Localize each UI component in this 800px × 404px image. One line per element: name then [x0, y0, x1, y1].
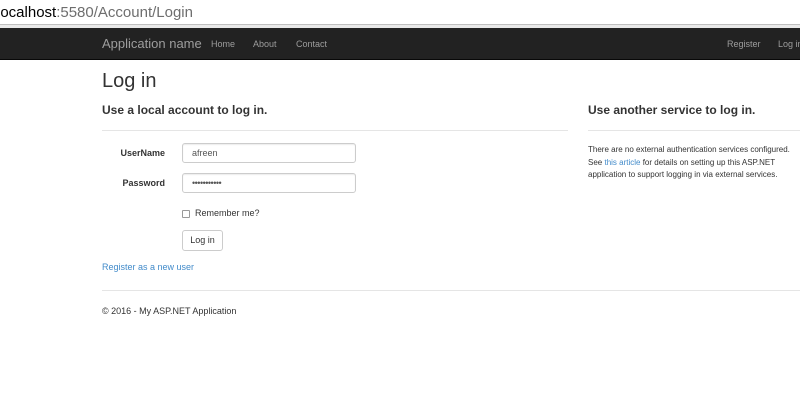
nav-home[interactable]: Home [211, 28, 235, 60]
password-input[interactable]: ••••••••••• [182, 173, 356, 193]
external-auth-line2: See this article for details on setting … [588, 157, 776, 167]
address-bar[interactable]: localhost:5580/Account/Login [0, 0, 800, 25]
brand-link[interactable]: Application name [102, 28, 202, 60]
external-divider [588, 130, 800, 131]
remember-me-checkbox[interactable] [182, 210, 190, 218]
url-path: :5580/Account/Login [56, 4, 193, 21]
local-account-heading: Use a local account to log in. [102, 103, 268, 117]
page-title: Log in [102, 70, 157, 92]
nav-contact[interactable]: Contact [296, 28, 327, 60]
url-host: localhost:5580/Account/Login [0, 4, 193, 21]
remember-me-label: Remember me? [195, 208, 260, 218]
register-new-user-link[interactable]: Register as a new user [102, 262, 194, 272]
nav-about[interactable]: About [253, 28, 277, 60]
footer-text: © 2016 - My ASP.NET Application [102, 306, 237, 316]
login-button[interactable]: Log in [182, 230, 223, 251]
this-article-link[interactable]: this article [604, 158, 640, 167]
top-navbar: Application name Home About Contact Regi… [0, 28, 800, 60]
external-auth-message: There are no external authentication ser… [588, 144, 800, 182]
external-auth-line1: There are no external authentication ser… [588, 145, 790, 154]
external-service-heading: Use another service to log in. [588, 103, 756, 117]
nav-login[interactable]: Log in [778, 28, 800, 60]
section-divider [102, 130, 568, 131]
username-label: UserName [120, 148, 165, 158]
username-input[interactable]: afreen [182, 143, 356, 163]
footer-divider [102, 290, 800, 291]
nav-register[interactable]: Register [727, 28, 761, 60]
external-auth-line3: application to support logging in via ex… [588, 170, 778, 179]
password-label: Password [122, 178, 165, 188]
